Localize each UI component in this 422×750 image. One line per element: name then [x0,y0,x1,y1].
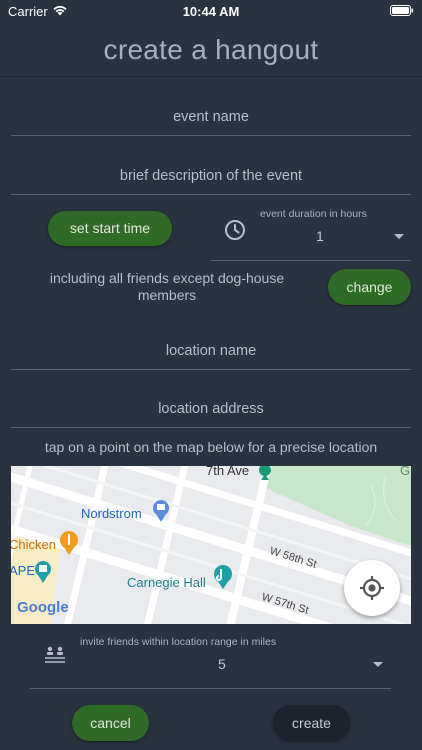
description-field[interactable]: brief description of the event [11,155,411,195]
range-underline [30,688,391,689]
map-label-7th-ave: 7th Ave [206,466,250,478]
my-location-button[interactable] [344,560,400,616]
clock-icon [225,220,245,240]
set-start-time-button[interactable]: set start time [48,211,172,246]
change-button[interactable]: change [328,269,411,305]
chevron-down-icon[interactable] [394,234,404,239]
range-label: invite friends within location range in … [80,636,277,648]
event-name-placeholder: event name [173,109,249,125]
people-range-icon [45,646,65,663]
duration-label: event duration in hours [260,208,367,220]
map-view[interactable]: 7th Ave G Nordstrom Chicken APE Carnegie… [11,466,411,624]
description-underline [11,194,411,195]
google-logo: Google [17,599,69,616]
duration-select[interactable]: 1 [316,228,324,244]
location-address-placeholder: location address [158,401,264,417]
range-select[interactable]: 5 [218,656,226,672]
location-address-field[interactable]: location address [11,388,411,428]
status-bar: Carrier 10:44 AM [0,0,422,24]
map-label-g: G [400,466,411,478]
map-label-chicken: Chicken [11,537,56,552]
my-location-icon [360,576,384,600]
event-name-underline [11,135,411,136]
create-button[interactable]: create [273,705,350,741]
location-name-underline [11,369,411,370]
location-address-underline [11,427,411,428]
location-name-field[interactable]: location name [11,330,411,370]
friends-summary: including all friends except dog-house m… [49,270,285,303]
chevron-down-icon[interactable] [373,662,383,667]
title-divider [0,76,422,77]
clock-time: 10:44 AM [182,4,240,19]
description-placeholder: brief description of the event [119,168,303,184]
map-label-nordstrom: Nordstrom [81,506,142,521]
map-label-ape: APE [11,563,36,578]
duration-underline [210,260,411,261]
page-title: create a hangout [103,34,319,65]
battery-icon [390,5,414,16]
map-label-carnegie-hall: Carnegie Hall [127,575,206,590]
cancel-button[interactable]: cancel [72,705,149,741]
map-hint: tap on a point on the map below for a pr… [44,439,378,455]
location-name-placeholder: location name [165,343,257,359]
event-name-field[interactable]: event name [11,96,411,136]
